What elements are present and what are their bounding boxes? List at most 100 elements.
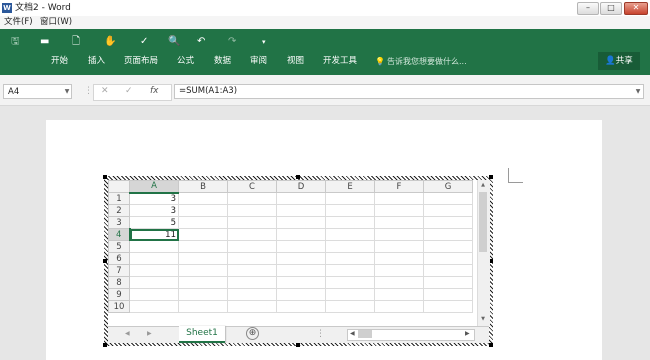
cell-b7[interactable] xyxy=(178,264,228,277)
column-header-d[interactable]: D xyxy=(276,180,326,193)
cell-e9[interactable] xyxy=(325,288,375,301)
cell-c5[interactable] xyxy=(227,240,277,253)
scroll-right-icon[interactable]: ▶ xyxy=(465,329,470,339)
cell-g9[interactable] xyxy=(423,288,473,301)
cell-f9[interactable] xyxy=(374,288,424,301)
insert-function-icon[interactable]: fx xyxy=(150,84,159,99)
column-header-b[interactable]: B xyxy=(178,180,228,193)
row-header[interactable]: 6 xyxy=(108,252,130,265)
sheet-tab-sheet1[interactable]: Sheet1 xyxy=(179,326,225,343)
cell-g5[interactable] xyxy=(423,240,473,253)
touch-mode-icon[interactable]: ✋ xyxy=(104,36,116,48)
tab-view[interactable]: 视图 xyxy=(287,56,304,67)
cell-g6[interactable] xyxy=(423,252,473,265)
cell-f2[interactable] xyxy=(374,204,424,217)
scroll-left-icon[interactable]: ◀ xyxy=(350,329,355,339)
cell-g10[interactable] xyxy=(423,300,473,313)
tab-home[interactable]: 开始 xyxy=(51,56,68,67)
cell-f1[interactable] xyxy=(374,192,424,205)
cell-d4[interactable] xyxy=(276,228,326,241)
cell-g8[interactable] xyxy=(423,276,473,289)
cell-b4[interactable] xyxy=(178,228,228,241)
column-header-g[interactable]: G xyxy=(423,180,473,193)
cell-e7[interactable] xyxy=(325,264,375,277)
cell-a3[interactable]: 5 xyxy=(129,216,179,229)
resize-handle[interactable] xyxy=(296,343,300,347)
cell-c2[interactable] xyxy=(227,204,277,217)
expand-formula-icon[interactable]: ▼ xyxy=(632,84,644,99)
row-header[interactable]: 7 xyxy=(108,264,130,277)
resize-handle[interactable] xyxy=(296,175,300,179)
cell-a6[interactable] xyxy=(129,252,179,265)
vertical-scroll-thumb[interactable] xyxy=(479,192,487,252)
tab-data[interactable]: 数据 xyxy=(214,56,231,67)
share-button[interactable]: 👤共享 xyxy=(598,52,640,70)
tab-developer[interactable]: 开发工具 xyxy=(323,56,357,67)
resize-handle[interactable] xyxy=(103,343,107,347)
menu-window[interactable]: 窗口(W) xyxy=(40,17,72,28)
cell-a9[interactable] xyxy=(129,288,179,301)
minimize-button[interactable]: – xyxy=(577,2,599,15)
cell-d7[interactable] xyxy=(276,264,326,277)
row-header[interactable]: 8 xyxy=(108,276,130,289)
cell-d5[interactable] xyxy=(276,240,326,253)
cell-b10[interactable] xyxy=(178,300,228,313)
maximize-button[interactable]: □ xyxy=(600,2,622,15)
customize-toolbar-icon[interactable]: ▾ xyxy=(262,36,266,48)
tab-review[interactable]: 审阅 xyxy=(250,56,267,67)
cell-e3[interactable] xyxy=(325,216,375,229)
cell-b2[interactable] xyxy=(178,204,228,217)
cell-c7[interactable] xyxy=(227,264,277,277)
cell-e1[interactable] xyxy=(325,192,375,205)
cell-b9[interactable] xyxy=(178,288,228,301)
cell-e5[interactable] xyxy=(325,240,375,253)
tab-insert[interactable]: 插入 xyxy=(88,56,105,67)
cell-a5[interactable] xyxy=(129,240,179,253)
cell-d1[interactable] xyxy=(276,192,326,205)
row-header[interactable]: 10 xyxy=(108,300,130,313)
cell-c9[interactable] xyxy=(227,288,277,301)
enter-icon[interactable]: ✓ xyxy=(125,84,133,99)
cell-g2[interactable] xyxy=(423,204,473,217)
column-header-e[interactable]: E xyxy=(325,180,375,193)
cell-c3[interactable] xyxy=(227,216,277,229)
save-icon[interactable]: 🖫 xyxy=(11,36,20,48)
open-icon[interactable]: ▬ xyxy=(40,36,49,48)
cell-a4[interactable]: 11 xyxy=(129,228,179,241)
cell-e2[interactable] xyxy=(325,204,375,217)
next-sheet-icon[interactable]: ▶ xyxy=(147,328,152,340)
scroll-up-icon[interactable]: ▲ xyxy=(477,181,489,190)
cell-g3[interactable] xyxy=(423,216,473,229)
tab-split-icon[interactable]: ⋮ xyxy=(316,328,325,340)
print-preview-icon[interactable]: 🔍 xyxy=(168,36,180,48)
scroll-down-icon[interactable]: ▼ xyxy=(477,315,489,324)
cell-f8[interactable] xyxy=(374,276,424,289)
cell-b5[interactable] xyxy=(178,240,228,253)
row-header[interactable]: 2 xyxy=(108,204,130,217)
cell-e8[interactable] xyxy=(325,276,375,289)
row-header[interactable]: 9 xyxy=(108,288,130,301)
new-document-icon[interactable]: 🗋 xyxy=(72,36,80,48)
cell-f5[interactable] xyxy=(374,240,424,253)
horizontal-scroll-thumb[interactable] xyxy=(358,330,372,338)
cell-f4[interactable] xyxy=(374,228,424,241)
cell-c10[interactable] xyxy=(227,300,277,313)
cell-e10[interactable] xyxy=(325,300,375,313)
cell-a10[interactable] xyxy=(129,300,179,313)
cell-g4[interactable] xyxy=(423,228,473,241)
column-header-a[interactable]: A xyxy=(129,180,179,194)
resize-handle[interactable] xyxy=(103,175,107,179)
cell-b1[interactable] xyxy=(178,192,228,205)
close-button[interactable]: ✕ xyxy=(624,2,648,15)
cell-f7[interactable] xyxy=(374,264,424,277)
resize-handle[interactable] xyxy=(103,259,107,263)
undo-icon[interactable]: ↶ xyxy=(197,36,205,48)
cell-g7[interactable] xyxy=(423,264,473,277)
cell-b8[interactable] xyxy=(178,276,228,289)
cell-d3[interactable] xyxy=(276,216,326,229)
cell-c1[interactable] xyxy=(227,192,277,205)
cell-f3[interactable] xyxy=(374,216,424,229)
tab-page-layout[interactable]: 页面布局 xyxy=(124,56,158,67)
cell-b6[interactable] xyxy=(178,252,228,265)
resize-handle[interactable] xyxy=(489,343,493,347)
